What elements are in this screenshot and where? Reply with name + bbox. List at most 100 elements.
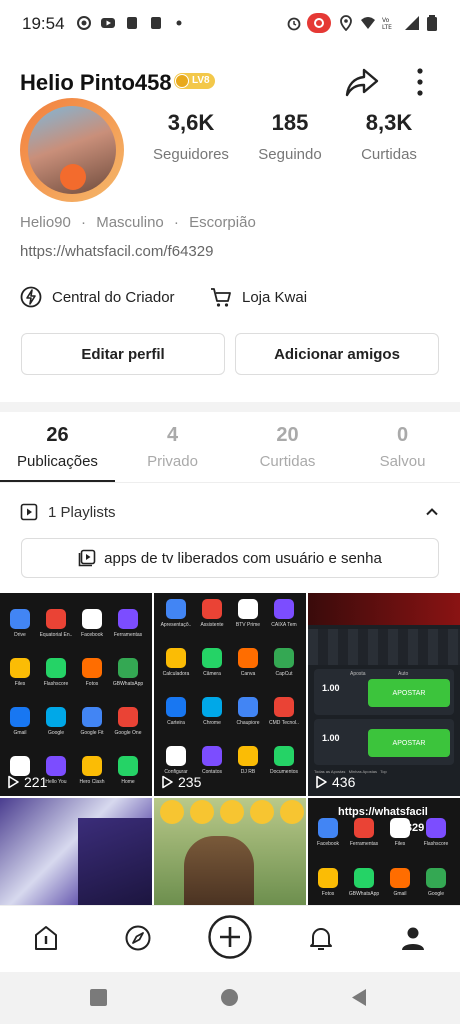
app-icon [202, 697, 222, 717]
person-icon [402, 927, 424, 950]
creator-center-label: Central do Criador [52, 288, 175, 306]
video-thumbnail[interactable]: Apresentaçõ.. Assistente BTV Prime CAIXA Te… [154, 593, 306, 796]
back-triangle-icon[interactable] [350, 988, 368, 1007]
app-label: Documentos [269, 769, 299, 775]
bet-panel: 1.00 APOSTAR [314, 719, 454, 765]
video-thumbnail[interactable]: Drive Equatorial En.. Facebook Ferramentas F… [0, 593, 152, 796]
tab-saved[interactable]: 0 Salvou [345, 424, 460, 470]
wifi-icon [361, 17, 375, 29]
app-icon [166, 746, 186, 766]
avatar[interactable] [20, 98, 124, 202]
tab-label: Privado [147, 453, 198, 470]
bet-footer-tab: Top [380, 769, 387, 774]
profile-link[interactable]: https://whatsfacil.com/f64329 [20, 243, 213, 260]
recents-square-icon[interactable] [90, 989, 107, 1006]
profile-meta: Helio90 · Masculino · Escorpião [20, 214, 262, 231]
app-icon [426, 818, 446, 838]
app-icon [166, 648, 186, 668]
home-circle-icon[interactable] [221, 989, 238, 1006]
nav-create-button[interactable] [207, 914, 253, 960]
more-options-button[interactable] [408, 64, 432, 100]
view-count-value: 436 [332, 774, 356, 790]
share-icon [345, 68, 379, 97]
tab-count: 20 [276, 424, 299, 446]
tab-publications[interactable]: 26 Publicações [0, 424, 115, 470]
app-label: Chrome [203, 720, 221, 726]
app-label: Assistente [200, 622, 224, 628]
app-label: Calculadora [162, 671, 190, 677]
chevron-up-icon[interactable] [424, 504, 440, 520]
nav-profile-button[interactable] [393, 920, 433, 956]
home-icon [35, 926, 57, 950]
profile-username: Helio Pinto458 [20, 70, 172, 95]
notification-app-icon [127, 17, 137, 29]
app-icon [82, 707, 102, 727]
bet-odds: 1.00 [322, 733, 340, 743]
app-icon [238, 746, 258, 766]
followers-stat[interactable]: 3,6K Seguidores [141, 110, 241, 163]
app-icon [118, 609, 138, 629]
view-count: 235 [160, 774, 201, 790]
app-icon [166, 599, 186, 619]
level-badge[interactable]: LV8 [174, 73, 215, 89]
tab-count: 26 [46, 424, 69, 446]
nav-home-button[interactable] [26, 920, 66, 956]
video-thumbnail[interactable] [0, 798, 152, 905]
app-label: CMD Tecnol.. [269, 720, 299, 726]
video-thumbnail[interactable]: Facebook Ferramentas Files Flashscore Fotos G… [308, 798, 460, 905]
status-bar: 19:54 Vo LTE [0, 0, 460, 48]
video-thumbnail[interactable] [154, 798, 306, 905]
app-icon [10, 609, 30, 629]
app-icon [202, 599, 222, 619]
tab-likes[interactable]: 20 Curtidas [230, 424, 345, 470]
video-thumbnail[interactable]: Aposta Auto 1.00 APOSTAR 1.00 APOSTAR To… [308, 593, 460, 796]
app-label: Câmera [203, 671, 221, 677]
tab-private[interactable]: 4 Privado [115, 424, 230, 470]
app-icon [10, 756, 30, 776]
level-badge-label: LV8 [192, 75, 210, 86]
nav-discover-button[interactable] [118, 920, 158, 956]
app-icon [46, 707, 66, 727]
kwai-shop-link[interactable]: Loja Kwai [210, 285, 307, 309]
followers-count: 3,6K [167, 110, 215, 135]
nav-notifications-button[interactable] [301, 920, 341, 956]
app-icon [82, 658, 102, 678]
following-count: 185 [271, 110, 309, 135]
likes-stat[interactable]: 8,3K Curtidas [339, 110, 439, 163]
bet-button: APOSTAR [368, 729, 450, 757]
overlay-text: https://whatsfacil [338, 806, 428, 818]
svg-text:LTE: LTE [382, 24, 392, 31]
bet-header: Aposta [350, 671, 366, 677]
app-label: Flashscore [43, 681, 69, 687]
app-label: Fotos [321, 891, 335, 897]
play-outline-icon [8, 775, 19, 789]
following-label: Seguindo [258, 146, 322, 163]
app-icon [354, 818, 374, 838]
app-icon [238, 697, 258, 717]
laughing-emoji-icon [280, 800, 304, 824]
view-count-value: 235 [178, 774, 202, 790]
app-label: Facebook [81, 632, 103, 638]
overlay-text-2: f64329 [390, 822, 425, 834]
volte-icon: VoLTE [382, 17, 392, 31]
creator-center-link[interactable]: Central do Criador [20, 285, 175, 309]
app-label: Facebook [317, 841, 339, 847]
tab-label: Publicações [17, 453, 98, 470]
playlist-item[interactable]: apps de tv liberados com usuário e senha [21, 538, 439, 578]
section-divider [0, 402, 460, 412]
app-label: Fotos [85, 681, 99, 687]
app-icon [82, 756, 102, 776]
app-icon [46, 756, 66, 776]
app-label: Ferramentas [349, 841, 379, 847]
playlists-count-label: 1 Playlists [48, 503, 116, 521]
playlist-icon [20, 503, 38, 521]
following-stat[interactable]: 185 Seguindo [240, 110, 340, 163]
likes-label: Curtidas [361, 146, 417, 163]
add-friends-button[interactable]: Adicionar amigos [235, 333, 439, 375]
share-profile-button[interactable] [344, 64, 380, 100]
app-label: Home [121, 779, 135, 785]
bet-button: APOSTAR [368, 679, 450, 707]
playlists-header[interactable]: 1 Playlists [20, 500, 440, 524]
view-count: 221 [6, 774, 47, 790]
edit-profile-button[interactable]: Editar perfil [21, 333, 225, 375]
